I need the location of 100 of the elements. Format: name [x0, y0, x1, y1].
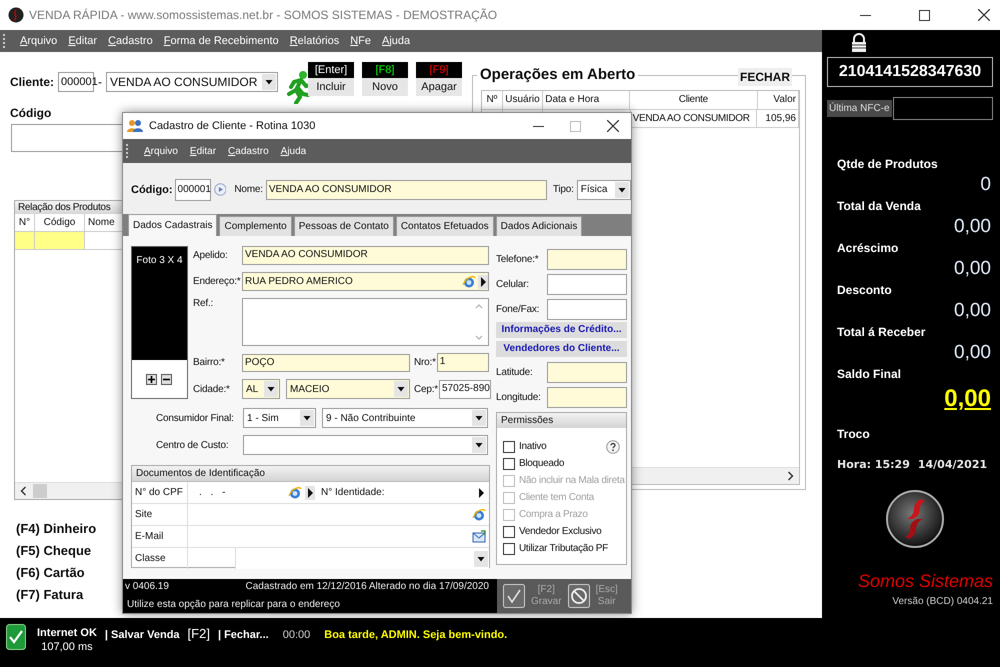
menu-item[interactable]: Editar [190, 146, 216, 156]
input-field[interactable]: POÇO [242, 354, 410, 372]
field-label: Nro:* [414, 357, 436, 368]
column-header: Data e Hora [543, 91, 630, 109]
latency-text: 107,00 ms [41, 641, 93, 653]
dropdown[interactable]: VENDA AO CONSUMIDOR [106, 72, 278, 92]
checkbox-label: Bloqueado [519, 458, 564, 469]
link[interactable]: Informações de Crédito... [496, 322, 627, 338]
field-label: Endereço:* [192, 276, 242, 287]
field-label: Classe [132, 548, 188, 569]
shortcut-label: (F6) Cartão [16, 564, 85, 582]
dropdown[interactable]: AL [242, 379, 280, 399]
shortcut-label: (F5) Cheque [16, 542, 92, 560]
input-field[interactable]: 57025-890 [439, 380, 491, 398]
checkbox-label: Não incluir na Mala direta [519, 475, 625, 486]
field-label: Bairro:* [192, 357, 226, 368]
total-value: 0,00 [953, 216, 991, 238]
field-label: Apelido: [192, 250, 229, 261]
field-label: Última NFC-e [827, 100, 892, 117]
tab[interactable]: Dados Cadastrais [128, 214, 218, 236]
field-label: N° do CPF [132, 482, 188, 503]
field-label: Código [10, 106, 52, 120]
dropdown[interactable]: MACEIO [286, 379, 410, 399]
menu-item[interactable]: Cadastro [228, 146, 269, 156]
column-header: Código [35, 214, 85, 231]
column-header: Nº [482, 91, 503, 109]
field-label: Cliente: [10, 75, 54, 89]
field-label: Código: [131, 184, 173, 196]
menu-item[interactable]: Relatórios [290, 35, 340, 47]
input-field[interactable]: . . - [188, 482, 305, 503]
panel-header: Permissões [497, 413, 626, 428]
status-command[interactable]: | Fechar... [218, 629, 269, 641]
field-label: Tipo: [552, 184, 574, 195]
field-label: Nome: [234, 184, 263, 195]
checkbox-label: Compra a Prazo [519, 509, 588, 520]
total-label: Total á Receber [837, 324, 926, 341]
menu-item[interactable]: Forma de Recebimento [164, 35, 279, 47]
checkbox-label: Utilizar Tributação PF [519, 543, 608, 554]
shortcut-label: (F4) Dinheiro [16, 520, 96, 538]
total-value: 0 [979, 174, 991, 196]
close-link[interactable]: FECHAR [738, 68, 792, 86]
column-header: Valor [758, 91, 799, 109]
menu-item[interactable]: Editar [68, 35, 98, 47]
dropdown[interactable]: 9 - Não Contribuinte [322, 408, 488, 428]
menu-item[interactable]: Arquivo [20, 35, 58, 47]
total-label: Total da Venda [837, 198, 922, 215]
menu-item[interactable]: Ajuda [280, 146, 306, 156]
checkbox-label: Vendedor Exclusivo [519, 526, 602, 537]
time-text: Hora: 15:29 [837, 458, 910, 471]
tab[interactable]: Contatos Efetuados [396, 216, 494, 236]
tab[interactable]: Pessoas de Contato [294, 216, 394, 236]
dialog-title: Cadastro de Cliente - Rotina 1030 [149, 120, 316, 132]
total-label: Qtde de Produtos [837, 156, 939, 173]
brand-name: Somos Sistemas [856, 571, 993, 592]
link[interactable]: Vendedores do Cliente... [496, 341, 627, 357]
total-label: Troco [837, 426, 871, 443]
table-cell: 105,96 [757, 110, 799, 127]
version-text: v 0406.19 [125, 581, 169, 592]
field-label: Longitude: [496, 392, 542, 402]
tab[interactable]: Complemento [219, 216, 292, 236]
menu-item[interactable]: Ajuda [382, 35, 410, 47]
field-label: Centro de Custo: [155, 440, 230, 450]
dropdown[interactable]: Física [576, 180, 631, 200]
input-field[interactable]: 1 [436, 353, 489, 372]
menu-item[interactable]: Cadastro [108, 35, 153, 47]
field-label: Ref.: [192, 298, 214, 309]
field-label: N° Identidade: [321, 486, 386, 500]
receipt-number: 2104141528347630 [827, 57, 993, 87]
separator-text: - [98, 75, 102, 89]
status-command[interactable]: | Salvar Venda [104, 629, 180, 641]
column-header: Usuário [502, 91, 544, 109]
hint-text: Utilize esta opção para replicar para o endereço [126, 599, 341, 610]
menu-item[interactable]: Arquivo [144, 146, 178, 156]
field-label: Telefone:* [496, 254, 540, 264]
panel-header: Documentos de Identificação [132, 466, 489, 482]
input-field[interactable]: VENDA AO CONSUMIDOR [266, 180, 547, 200]
field-label: Fone/Fax: [496, 304, 540, 314]
dropdown[interactable]: 1 - Sim [243, 408, 316, 428]
photo-label: Foto 3 X 4 [135, 255, 184, 266]
field-label: Consumidor Final: [155, 412, 235, 424]
tab[interactable]: Dados Adicionais [496, 216, 582, 236]
total-value: 0,00 [943, 384, 991, 414]
menu-item[interactable]: NFe [350, 35, 372, 47]
input-field[interactable]: VENDA AO CONSUMIDOR [242, 246, 489, 265]
total-label: Desconto [837, 282, 893, 299]
total-label: Saldo Final [837, 366, 902, 383]
timer-text: 00:00 [282, 629, 310, 641]
field-label: E-Mail [132, 526, 188, 547]
input-field[interactable]: RUA PEDRO AMERICO [242, 272, 489, 291]
window-title: VENDA RÁPIDA - www.somossistemas.net.br - SOMOS SISTEMAS - DEMOSTRAÇÃO [29, 8, 498, 22]
status-text: Cadastrado em 12/12/2016 Alterado no dia 17/09/2020 [245, 581, 489, 592]
input-field[interactable]: 000001 [174, 178, 211, 200]
welcome-message: Boa tarde, ADMIN. Seja bem-vindo. [324, 629, 508, 641]
field-label: Cidade:* [192, 384, 231, 394]
key-hint: [F2] [188, 626, 210, 641]
column-header: Cliente [630, 91, 758, 109]
date-text: 14/04/2021 [918, 458, 988, 471]
shortcut-label: (F7) Fatura [16, 586, 84, 604]
total-label: Acréscimo [837, 240, 900, 257]
field-label: Cep:* [414, 384, 438, 394]
